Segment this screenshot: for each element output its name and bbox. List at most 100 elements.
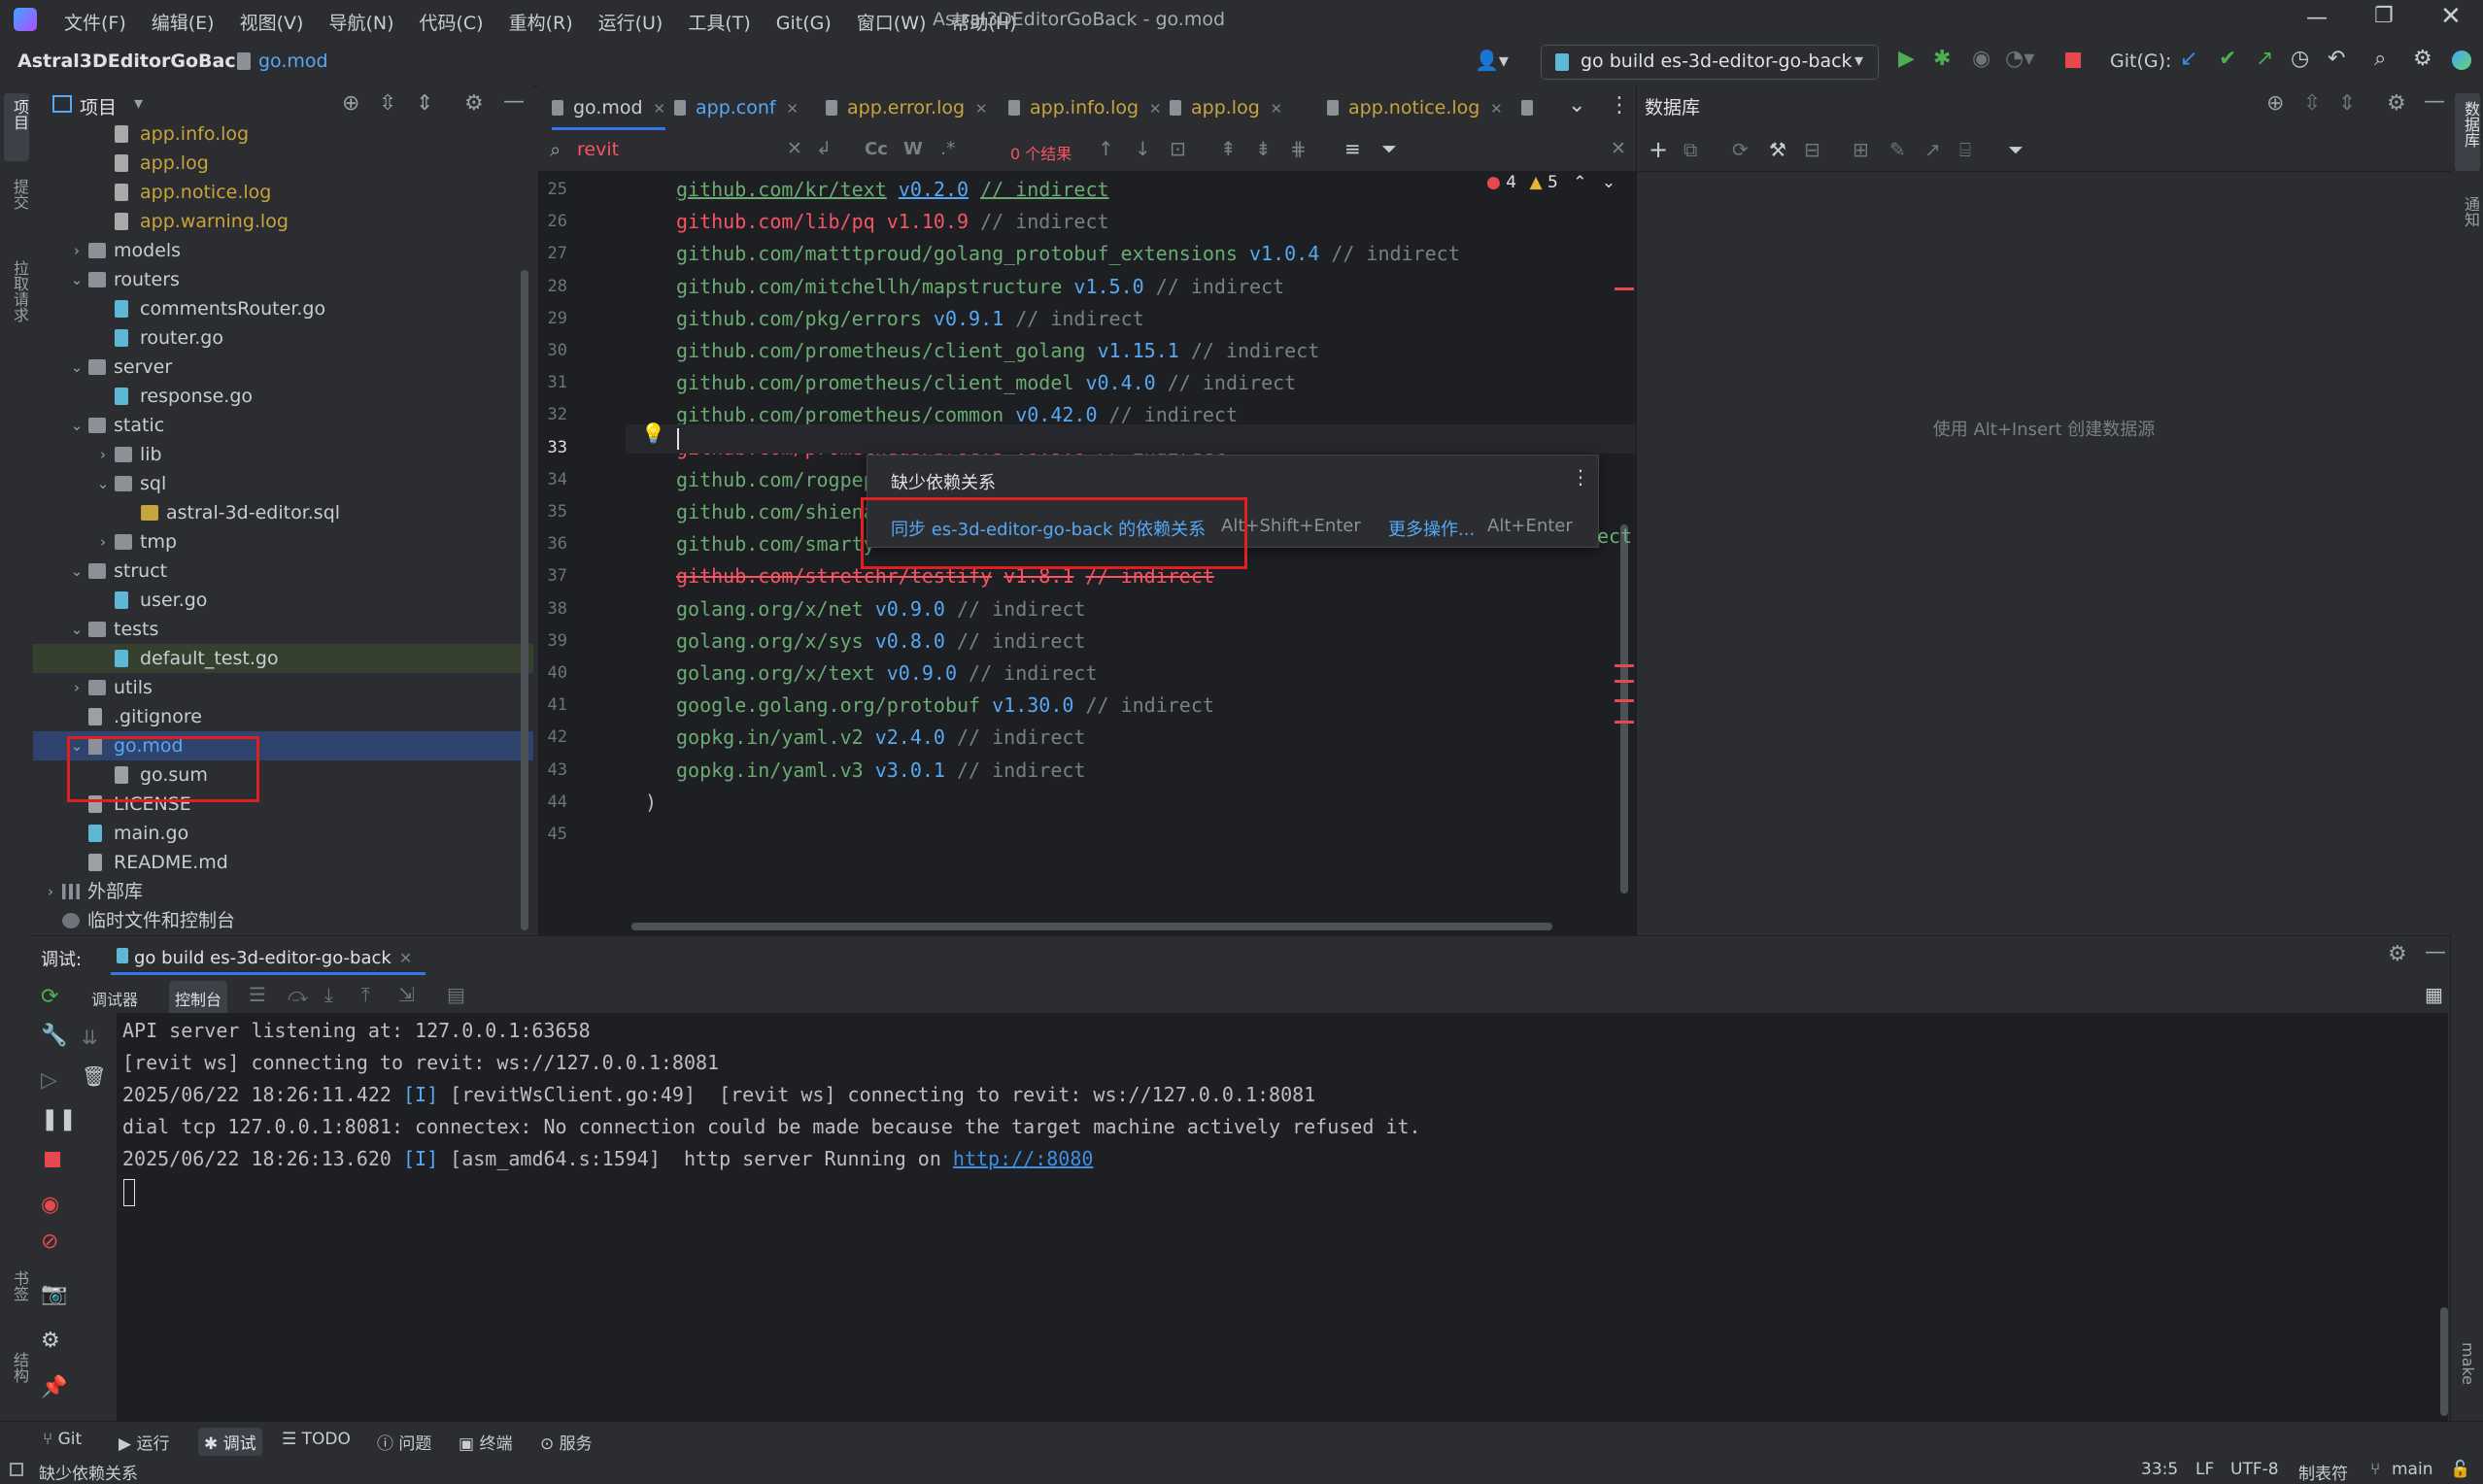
tree-item[interactable]: default_test.go [33,644,533,673]
code-line[interactable]: golang.org/x/net v0.9.0 // indirect [676,597,1085,621]
regex-icon[interactable]: .* [940,138,956,159]
close-icon[interactable]: ✕ [2440,2,2462,31]
overflow-tab-icon[interactable] [1521,100,1533,116]
mute-breakpoints-icon[interactable]: ⊘ [41,1230,58,1254]
expand-all-icon[interactable]: ⇳ [379,91,396,116]
schema-icon[interactable]: ⚒ [1769,138,1786,161]
tree-item[interactable]: › tmp [33,527,533,556]
menu-item[interactable]: 视图(V) [240,13,304,34]
tree-item[interactable]: ⌄ tests [33,615,533,644]
chevron-right-icon[interactable]: › [41,877,60,906]
editor-tab[interactable]: app.log ✕ [1170,85,1282,130]
resume-icon[interactable]: ▷ [41,1068,57,1093]
close-tab-icon[interactable]: ✕ [1144,100,1162,118]
code-line[interactable]: gopkg.in/yaml.v2 v2.4.0 // indirect [676,725,1085,749]
error-indicator[interactable]: ● 4 ▲ 5 ⌃ ⌄ [1486,173,1616,192]
code-line[interactable]: github.com/rogpep [676,468,875,491]
close-tab-icon[interactable]: ✕ [782,100,799,118]
stop-icon[interactable] [45,1152,60,1167]
view-breakpoints-icon[interactable]: ◉ [41,1193,59,1217]
breadcrumb-project[interactable]: Astral3DEditorGoBack [17,51,248,72]
code-line[interactable]: github.com/shiena [676,500,875,523]
chevron-down-icon[interactable]: ⌄ [67,265,86,294]
gear-icon[interactable]: ⚙ [464,91,484,116]
settings-icon[interactable]: ⚙ [2413,47,2432,71]
tree-item[interactable]: app.log [33,149,533,178]
close-tab-icon[interactable]: ✕ [970,100,988,118]
code-line[interactable]: github.com/mitchellh/mapstructure v1.5.0… [676,275,1284,298]
refresh-icon[interactable]: ⟳ [1732,138,1749,161]
menu-item[interactable]: 代码(C) [419,13,483,34]
editor-tab[interactable]: app.conf ✕ [674,85,799,130]
edit-icon[interactable]: ✎ [1889,138,1906,161]
close-tab-icon[interactable]: ✕ [649,100,665,118]
next-match-icon[interactable]: ↓ [1135,137,1151,160]
search-input[interactable]: revit [577,139,619,160]
debug-icon[interactable]: ✱ [1933,47,1951,71]
project-tool-button[interactable]: 项目 [4,93,29,161]
console-icon[interactable]: ⌸ [1959,138,1971,161]
history-icon[interactable]: ◷ [2291,47,2309,71]
chevron-down-icon[interactable]: ⌄ [67,615,86,644]
run-tool-button[interactable]: ▶ 运行 [119,1430,169,1454]
disconnect-icon[interactable]: ⊟ [1804,138,1820,161]
pin-icon[interactable]: 📌 [41,1375,67,1400]
select-all-icon[interactable]: ⊡ [1170,137,1186,160]
run-icon[interactable]: ▶ [1898,47,1915,71]
tree-item[interactable]: app.notice.log [33,178,533,207]
hide-panel-icon[interactable]: — [503,89,525,114]
select-all-occurrences-icon[interactable]: ⋕ [1290,137,1307,160]
locate-icon[interactable]: ⊕ [2266,91,2284,116]
tree-item[interactable]: app.warning.log [33,207,533,236]
services-tool-button[interactable]: ⊙ 服务 [540,1430,593,1454]
camera-icon[interactable]: 📷 [41,1282,67,1306]
jump-icon[interactable]: ↗ [1924,138,1941,161]
git-commit-icon[interactable]: ✔ [2219,47,2236,71]
popup-menu-icon[interactable]: ⋮ [1571,465,1590,489]
tree-scrollbar[interactable] [521,270,528,930]
commit-tool-button[interactable]: 提交 [4,175,29,233]
tab-debugger[interactable]: 调试器 [91,987,138,1010]
tree-item[interactable]: main.go [33,819,533,848]
tree-item[interactable]: › models [33,236,533,265]
tree-item[interactable]: router.go [33,323,533,353]
user-icon[interactable]: 👤▾ [1475,49,1509,72]
debug-tool-button[interactable]: ✱ 调试 [198,1428,262,1456]
tree-item[interactable]: 临时文件和控制台 [33,906,533,935]
status-message[interactable]: 缺少依赖关系 [39,1460,138,1484]
chevron-right-icon[interactable]: › [93,527,113,556]
tree-item[interactable]: README.md [33,848,533,877]
code-line[interactable]: github.com/kr/text v0.2.0 // indirect [676,178,1109,201]
git-update-icon[interactable]: ↙ [2180,47,2197,71]
debug-session-tab[interactable]: go build es-3d-editor-go-back ✕ [111,936,426,975]
menu-item[interactable]: 编辑(E) [152,13,215,34]
structure-tool-button[interactable]: 结构 [4,1348,29,1416]
clear-console-icon[interactable]: 🗑 [82,1064,106,1088]
settings-icon[interactable]: ⚙ [41,1329,60,1353]
gear-icon[interactable]: ⚙ [2388,942,2407,966]
table-icon[interactable]: ⊞ [1853,138,1869,161]
code-line[interactable]: ) [645,791,657,814]
menu-item[interactable]: 导航(N) [328,13,393,34]
console-scrollbar[interactable] [2440,1307,2448,1416]
menu-item[interactable]: 文件(F) [64,13,126,34]
menu-item[interactable]: 运行(U) [598,13,663,34]
rerun-icon[interactable]: ⟳ [41,985,58,1009]
stop-icon[interactable] [2065,52,2081,68]
make-tool-button[interactable]: make [2455,1338,2480,1406]
project-panel-title[interactable]: 项目 [80,93,117,119]
step-over-icon[interactable]: ⤼ [288,983,308,1006]
collapse-all-icon[interactable]: ⇕ [416,91,433,116]
more-actions-link[interactable]: 更多操作... [1388,516,1475,541]
hide-panel-icon[interactable]: — [2425,940,2446,964]
locate-icon[interactable]: ⊕ [342,91,359,116]
database-tool-button[interactable]: 数据库 [2455,93,2480,171]
editor-tab[interactable]: app.error.log ✕ [826,85,987,130]
filter-icon[interactable]: ⏷ [2008,138,2024,161]
prev-match-icon[interactable]: ↑ [1098,137,1114,160]
layout-icon[interactable]: ▦ [2425,983,2443,1006]
tree-item[interactable]: astral-3d-editor.sql [33,498,533,527]
code-line[interactable]: google.golang.org/protobuf v1.30.0 // in… [676,693,1214,717]
tree-item[interactable]: ⌄ struct [33,556,533,586]
tree-item[interactable]: › utils [33,673,533,702]
